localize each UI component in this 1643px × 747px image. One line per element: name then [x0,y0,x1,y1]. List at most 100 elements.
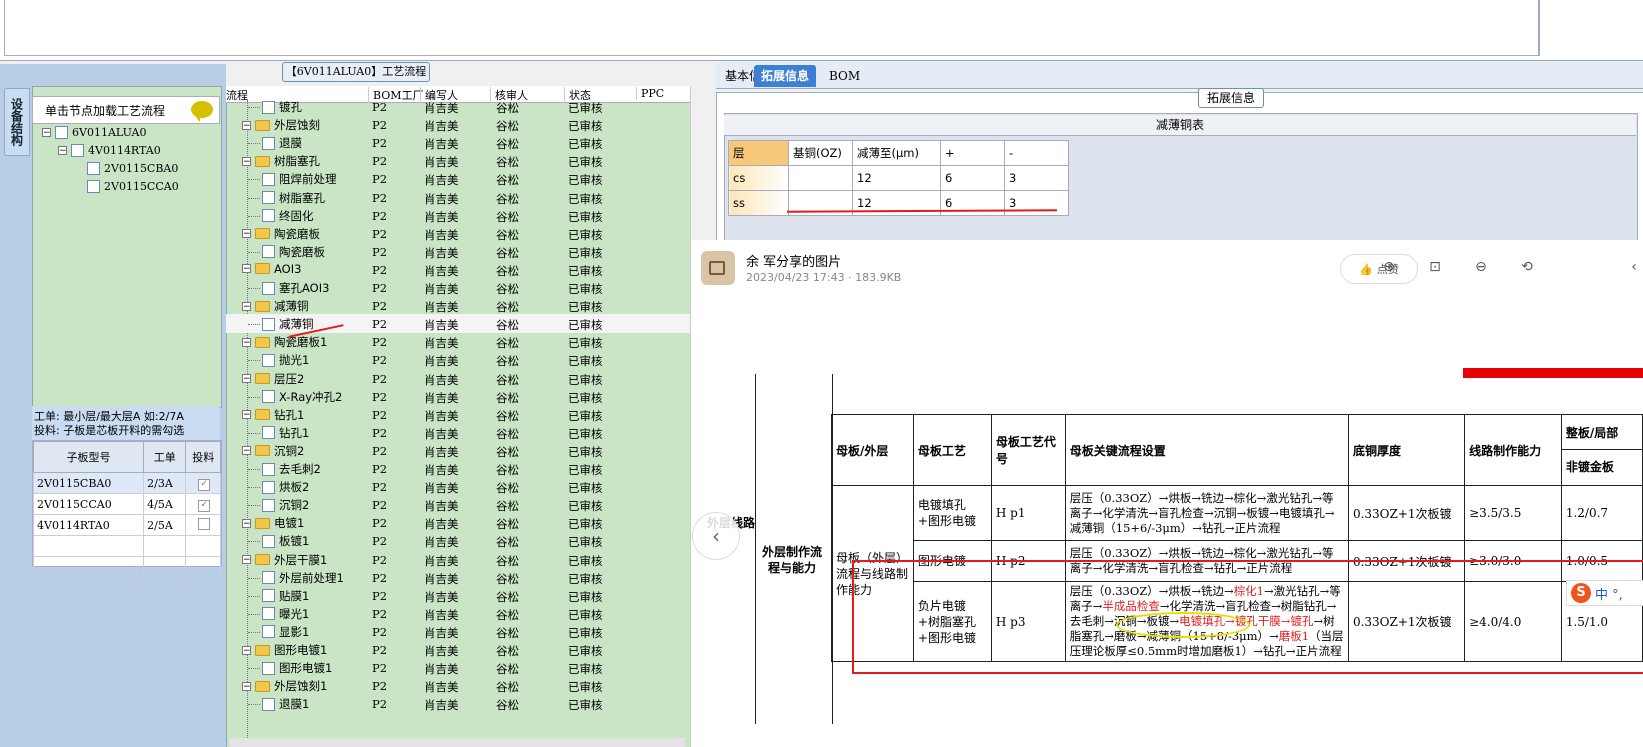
cell-base[interactable] [788,165,853,191]
process-row[interactable]: − AOI3 P2 肖吉美 谷松 已审核 [226,260,690,279]
document-icon [262,353,275,367]
rotate-icon[interactable]: ⟲ [1518,258,1536,276]
process-name: 退膜1 [279,697,310,712]
process-row[interactable]: − 钻孔1 P2 肖吉美 谷松 已审核 [226,405,690,424]
cell-bom: P2 [372,154,388,169]
cell-status: 已审核 [568,535,603,550]
collapse-icon[interactable]: − [242,645,251,655]
collapse-icon[interactable]: − [242,337,251,347]
zoom-out-icon[interactable]: ⊖ [1472,258,1490,276]
process-row[interactable]: − 外层蚀刻 P2 肖吉美 谷松 已审核 [226,115,690,134]
tab-2[interactable]: BOM [822,65,867,87]
table-row[interactable]: 2V0115CCA0 4/5A ✓ [32,493,221,515]
process-row[interactable]: − 减薄铜 P2 肖吉美 谷松 已审核 [226,296,690,315]
tab-1[interactable]: 拓展信息 [754,65,817,87]
like-button[interactable]: 👍 点赞 [1340,254,1418,284]
cell-layer[interactable]: ss [728,190,789,216]
cell-thin[interactable]: 12 [852,165,941,191]
process-row[interactable]: 退膜1 P2 肖吉美 谷松 已审核 [226,694,690,713]
cell-layer[interactable]: cs [728,165,789,191]
cell-minus[interactable]: 3 [1004,190,1069,216]
process-row[interactable]: 退膜 P2 肖吉美 谷松 已审核 [226,133,690,152]
process-row[interactable]: 板镀1 P2 肖吉美 谷松 已审核 [226,531,690,550]
document-icon [262,697,275,711]
document-icon [262,100,275,114]
process-row[interactable]: 图形电镀1 P2 肖吉美 谷松 已审核 [226,658,690,677]
cell-plus[interactable]: 6 [940,165,1005,191]
feed-checkbox[interactable] [198,517,211,530]
speech-bubble-icon[interactable] [191,101,213,122]
collapse-icon[interactable]: − [242,264,251,274]
process-name: 图形电镀1 [274,643,328,657]
process-row[interactable]: 塞孔AOI3 P2 肖吉美 谷松 已审核 [226,278,690,297]
collapse-icon[interactable]: − [242,120,251,130]
tree-node[interactable]: 2V0115CBA0 [74,160,178,176]
process-row[interactable]: 树脂塞孔 P2 肖吉美 谷松 已审核 [226,188,690,207]
process-row[interactable]: − 外层蚀刻1 P2 肖吉美 谷松 已审核 [226,676,690,695]
process-row[interactable]: 镀孔 P2 肖吉美 谷松 已审核 [226,97,690,116]
process-row[interactable]: 去毛刺2 P2 肖吉美 谷松 已审核 [226,459,690,478]
process-row[interactable]: 陶瓷磨板 P2 肖吉美 谷松 已审核 [226,242,690,261]
cell-bom: P2 [372,679,388,694]
collapse-icon[interactable]: − [242,555,251,565]
process-row[interactable]: − 层压2 P2 肖吉美 谷松 已审核 [226,369,690,388]
process-row[interactable]: − 沉铜2 P2 肖吉美 谷松 已审核 [226,441,690,460]
process-row[interactable]: 钻孔1 P2 肖吉美 谷松 已审核 [226,423,690,442]
collapse-icon[interactable]: − [242,229,251,239]
collapse-icon[interactable]: − [242,156,251,166]
process-row[interactable]: − 陶瓷磨板 P2 肖吉美 谷松 已审核 [226,224,690,243]
collapse-icon[interactable]: − [242,518,251,528]
process-row[interactable]: 阻焊前处理 P2 肖吉美 谷松 已审核 [226,169,690,188]
table-row[interactable]: 4V0114RTA0 2/5A [32,514,221,536]
process-row[interactable]: − 外层干膜1 P2 肖吉美 谷松 已审核 [226,550,690,569]
collapse-icon[interactable]: − [242,374,251,384]
collapse-icon[interactable]: − [242,446,251,456]
process-row[interactable]: 沉铜2 P2 肖吉美 谷松 已审核 [226,495,690,514]
collapse-icon[interactable]: − [58,145,67,155]
process-row[interactable]: − 图形电镀1 P2 肖吉美 谷松 已审核 [226,640,690,659]
tree-node[interactable]: − 4V0114RTA0 [58,142,161,158]
more-icon[interactable]: ‹ [1625,258,1643,276]
collapse-icon[interactable]: − [242,681,251,691]
process-row[interactable]: X-Ray冲孔2 P2 肖吉美 谷松 已审核 [226,387,690,406]
process-row[interactable]: 贴膜1 P2 肖吉美 谷松 已审核 [226,586,690,605]
horizontal-scrollbar[interactable] [230,738,685,747]
tree-node[interactable]: − 6V011ALUA0 [42,124,146,140]
process-name-cell: 塞孔AOI3 [262,280,329,296]
process-row[interactable]: − 电镀1 P2 肖吉美 谷松 已审核 [226,513,690,532]
feed-checkbox[interactable]: ✓ [198,499,211,512]
vertical-tab-equipment-structure[interactable]: 设备结构 [4,88,30,156]
cell-status: 已审核 [568,227,603,242]
process-row[interactable]: 显影1 P2 肖吉美 谷松 已审核 [226,622,690,641]
feed-checkbox[interactable]: ✓ [198,478,211,491]
collapse-icon[interactable]: − [42,127,51,137]
process-row[interactable]: − 树脂塞孔 P2 肖吉美 谷松 已审核 [226,151,690,170]
cell-writer: 肖吉美 [424,680,459,695]
tree-branch-line [248,179,260,181]
sender-avatar[interactable] [701,251,735,285]
process-name-cell: − 电镀1 [242,515,304,531]
cell-bom: P2 [372,262,388,277]
cell-bom: P2 [372,462,388,476]
tree-node[interactable]: 2V0115CCA0 [74,178,179,194]
collapse-icon[interactable]: − [242,301,251,311]
cell-reviewer: 谷松 [496,698,519,713]
process-row[interactable]: 烘板2 P2 肖吉美 谷松 已审核 [226,477,690,496]
table-row[interactable]: cs 12 6 3 [728,165,1069,191]
top-text-area[interactable] [4,0,1540,56]
cell-minus[interactable]: 3 [1004,165,1069,191]
process-row[interactable]: 减薄铜 P2 肖吉美 谷松 已审核 [226,314,690,334]
table-row[interactable]: 2V0115CBA0 2/3A ✓ [32,472,221,494]
zoom-in-icon[interactable]: ⊕ [1380,258,1398,276]
cell-bom: P2 [372,643,388,657]
process-row[interactable]: 外层前处理1 P2 肖吉美 谷松 已审核 [226,568,690,587]
process-name-cell: − 外层干膜1 [242,552,327,568]
fit-icon[interactable]: ⊡ [1426,258,1444,276]
process-row[interactable]: 抛光1 P2 肖吉美 谷松 已审核 [226,350,690,369]
process-row[interactable]: 曝光1 P2 肖吉美 谷松 已审核 [226,604,690,623]
collapse-icon[interactable]: − [242,410,251,420]
cell-reviewer: 谷松 [496,137,519,152]
tree-panel-header: 单击节点加载工艺流程 [32,96,220,124]
process-row[interactable]: 终固化 P2 肖吉美 谷松 已审核 [226,206,690,225]
previous-image-button[interactable]: ‹ [692,512,740,560]
